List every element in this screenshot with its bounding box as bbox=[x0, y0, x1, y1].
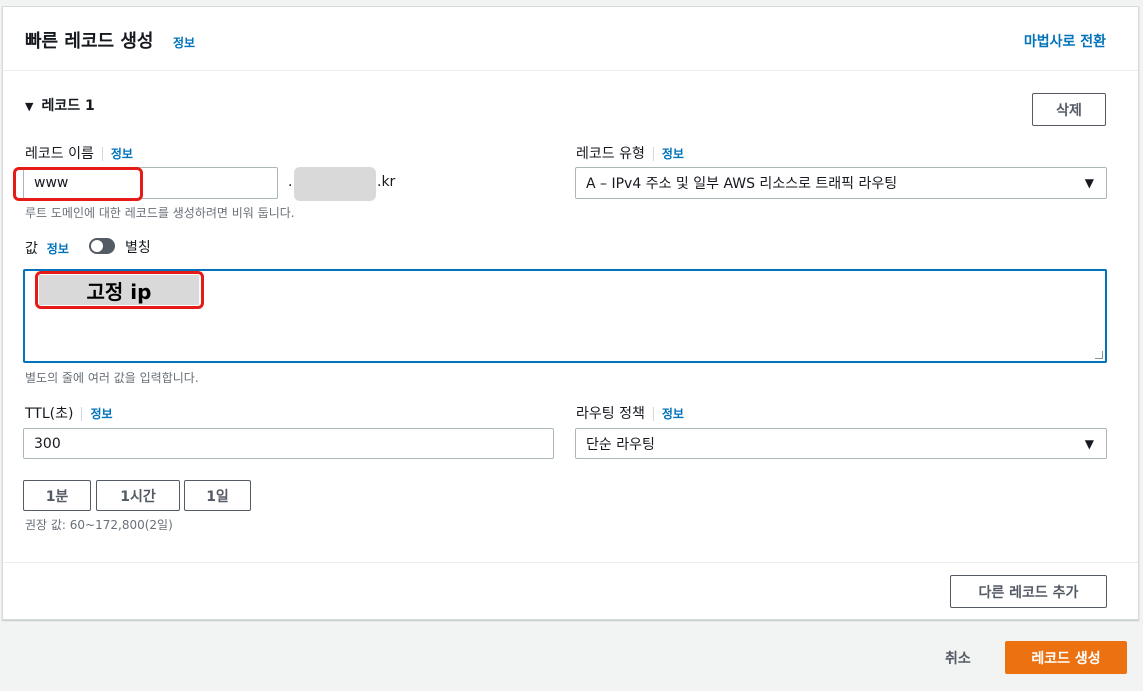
record-type-select[interactable]: A – IPv4 주소 및 일부 AWS 리소스로 트래픽 라우팅 ▼ bbox=[575, 167, 1107, 199]
record-name-info-link[interactable]: 정보 bbox=[111, 147, 133, 161]
title-info-link[interactable]: 정보 bbox=[173, 34, 195, 51]
routing-policy-label: 라우팅 정책 bbox=[576, 406, 645, 422]
ttl-label-row: TTL(초) 정보 bbox=[25, 403, 113, 423]
routing-policy-label-row: 라우팅 정책 정보 bbox=[576, 403, 684, 423]
record-type-info-link[interactable]: 정보 bbox=[662, 147, 684, 161]
delete-record-button[interactable]: 삭제 bbox=[1032, 93, 1106, 126]
ttl-label: TTL(초) bbox=[25, 406, 74, 422]
panel-divider bbox=[3, 562, 1138, 563]
page-title: 빠른 레코드 생성 bbox=[25, 31, 154, 52]
switch-to-wizard-link[interactable]: 마법사로 전환 bbox=[1024, 31, 1106, 51]
dropdown-arrow-icon: ▼ bbox=[1084, 176, 1094, 190]
highlight-box-record-name bbox=[13, 167, 143, 201]
domain-suffix: .kr bbox=[377, 174, 396, 190]
record-name-label: 레코드 이름 bbox=[25, 146, 94, 162]
ttl-hint: 권장 값: 60~172,800(2일) bbox=[25, 518, 173, 532]
record-section-toggle[interactable]: ▼ 레코드 1 bbox=[25, 95, 95, 115]
routing-policy-selected: 단순 라우팅 bbox=[586, 436, 655, 453]
value-label-row: 값 정보 bbox=[25, 238, 69, 258]
record-section-label: 레코드 1 bbox=[41, 98, 95, 114]
record-name-hint: 루트 도메인에 대한 레코드를 생성하려면 비워 둡니다. bbox=[25, 206, 295, 220]
quick-create-panel: 빠른 레코드 생성 정보 마법사로 전환 ▼ 레코드 1 삭제 레코드 이름 정보 … bbox=[2, 6, 1139, 620]
highlight-box-value bbox=[35, 271, 204, 309]
caret-down-icon: ▼ bbox=[25, 100, 34, 113]
routing-policy-info-link[interactable]: 정보 bbox=[662, 407, 684, 421]
value-hint: 별도의 줄에 여러 값을 입력합니다. bbox=[25, 371, 199, 385]
redacted-domain bbox=[294, 167, 376, 201]
value-label: 값 bbox=[25, 241, 38, 257]
alias-toggle[interactable] bbox=[89, 238, 115, 254]
routing-policy-select[interactable]: 단순 라우팅 ▼ bbox=[575, 428, 1107, 459]
record-name-label-row: 레코드 이름 정보 bbox=[25, 143, 133, 163]
toggle-knob bbox=[91, 240, 103, 252]
create-records-button[interactable]: 레코드 생성 bbox=[1005, 641, 1127, 674]
panel-header: 빠른 레코드 생성 정보 마법사로 전환 bbox=[3, 7, 1138, 71]
add-another-record-button[interactable]: 다른 레코드 추가 bbox=[950, 575, 1107, 608]
ttl-preset-1min-button[interactable]: 1분 bbox=[23, 480, 91, 511]
record-type-label: 레코드 유형 bbox=[576, 146, 645, 162]
ttl-preset-1hour-button[interactable]: 1시간 bbox=[96, 480, 180, 511]
ttl-info-link[interactable]: 정보 bbox=[90, 407, 112, 421]
resize-grip-icon[interactable] bbox=[1095, 351, 1103, 359]
ttl-input[interactable]: 300 bbox=[23, 428, 554, 459]
record-type-label-row: 레코드 유형 정보 bbox=[576, 143, 684, 163]
record-type-selected: A – IPv4 주소 및 일부 AWS 리소스로 트래픽 라우팅 bbox=[586, 176, 898, 192]
dropdown-arrow-icon: ▼ bbox=[1084, 436, 1094, 451]
cancel-button[interactable]: 취소 bbox=[945, 648, 971, 668]
value-info-link[interactable]: 정보 bbox=[47, 242, 69, 256]
domain-prefix: . bbox=[288, 174, 293, 190]
alias-label: 별칭 bbox=[125, 240, 151, 256]
ttl-preset-1day-button[interactable]: 1일 bbox=[184, 480, 251, 511]
